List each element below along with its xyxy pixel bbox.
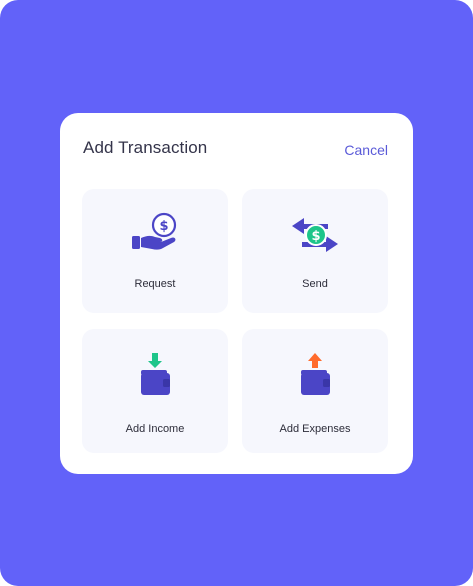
app-background: Add Transaction Cancel $ Request $ Send … [0, 0, 473, 586]
add-expenses-icon [295, 351, 335, 404]
cancel-button[interactable]: Cancel [344, 142, 388, 158]
add-expenses-label: Add Expenses [279, 423, 351, 435]
request-money-icon: $ [130, 211, 180, 260]
request-option[interactable]: $ Request [82, 189, 228, 313]
add-income-icon [135, 351, 175, 404]
request-label: Request [134, 278, 176, 290]
add-expenses-option[interactable]: Add Expenses [242, 329, 388, 453]
send-option[interactable]: $ Send [242, 189, 388, 313]
send-label: Send [302, 278, 328, 290]
add-income-label: Add Income [125, 423, 185, 435]
send-money-icon: $ [290, 211, 340, 264]
add-income-option[interactable]: Add Income [82, 329, 228, 453]
svg-text:$: $ [159, 219, 168, 234]
svg-text:$: $ [311, 229, 320, 244]
add-transaction-modal: Add Transaction Cancel $ Request $ Send … [60, 113, 413, 474]
modal-title: Add Transaction [83, 138, 208, 157]
